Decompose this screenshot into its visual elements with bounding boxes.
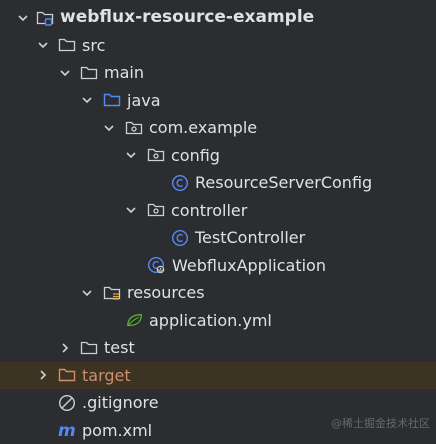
ignore-file-icon — [58, 394, 76, 412]
tree-row-target[interactable]: target — [0, 362, 436, 390]
tree-label: test — [104, 334, 135, 361]
tree-label: controller — [171, 197, 247, 224]
folder-icon — [80, 64, 98, 82]
tree-label: TestController — [195, 224, 305, 251]
tree-row-root[interactable]: webflux-resource-example — [0, 4, 436, 32]
folder-icon — [80, 339, 98, 357]
chevron-right-icon[interactable] — [36, 368, 50, 382]
watermark: @稀土掘金技术社区 — [331, 415, 430, 431]
chevron-down-icon[interactable] — [102, 121, 116, 135]
chevron-down-icon[interactable] — [58, 66, 72, 80]
resources-folder-icon — [103, 284, 121, 302]
tree-row-test[interactable]: test — [0, 334, 436, 362]
tree-row-file-application-yml[interactable]: application.yml — [0, 307, 436, 335]
package-icon — [147, 146, 165, 164]
tree-label: main — [104, 59, 144, 86]
tree-row-java[interactable]: java — [0, 87, 436, 115]
tree-row-class-resource-server-config[interactable]: ResourceServerConfig — [0, 169, 436, 197]
tree-label: webflux-resource-example — [60, 4, 314, 31]
excluded-folder-icon — [58, 366, 76, 384]
tree-label: src — [82, 32, 105, 59]
tree-label: com.example — [149, 114, 257, 141]
class-icon — [171, 174, 189, 192]
spring-leaf-icon — [126, 311, 144, 329]
chevron-down-icon[interactable] — [16, 11, 30, 25]
source-root-folder-icon — [103, 91, 121, 109]
tree-label: ResourceServerConfig — [195, 169, 372, 196]
chevron-down-icon[interactable] — [36, 38, 50, 52]
project-tree: webflux-resource-example src main java — [0, 4, 436, 444]
chevron-down-icon[interactable] — [80, 286, 94, 300]
tree-label: WebfluxApplication — [172, 252, 326, 279]
module-folder-icon — [36, 9, 54, 27]
chevron-down-icon[interactable] — [80, 93, 94, 107]
tree-row-main[interactable]: main — [0, 59, 436, 87]
tree-row-src[interactable]: src — [0, 32, 436, 60]
tree-row-resources[interactable]: resources — [0, 279, 436, 307]
chevron-right-icon[interactable] — [58, 341, 72, 355]
tree-row-package-config[interactable]: config — [0, 142, 436, 170]
folder-icon — [58, 36, 76, 54]
svg-text:m: m — [58, 421, 76, 439]
tree-label: pom.xml — [82, 417, 152, 444]
tree-label: target — [82, 362, 131, 389]
chevron-down-icon[interactable] — [124, 148, 138, 162]
tree-row-class-test-controller[interactable]: TestController — [0, 224, 436, 252]
tree-row-package-controller[interactable]: controller — [0, 197, 436, 225]
project-tool-window: { "tree": { "root": {"label": "webflux-r… — [0, 0, 436, 441]
tree-label: resources — [127, 279, 205, 306]
tree-row-file-gitignore[interactable]: .gitignore — [0, 389, 436, 417]
tree-label: java — [127, 87, 161, 114]
chevron-down-icon[interactable] — [124, 203, 138, 217]
package-icon — [125, 119, 143, 137]
package-icon — [147, 201, 165, 219]
spring-boot-class-icon — [147, 256, 165, 274]
class-icon — [171, 229, 189, 247]
tree-row-class-webflux-application[interactable]: WebfluxApplication — [0, 252, 436, 280]
tree-row-package-com-example[interactable]: com.example — [0, 114, 436, 142]
maven-icon: m — [57, 421, 79, 439]
tree-label: application.yml — [149, 307, 272, 334]
tree-label: config — [171, 142, 220, 169]
tree-label: .gitignore — [82, 389, 159, 416]
